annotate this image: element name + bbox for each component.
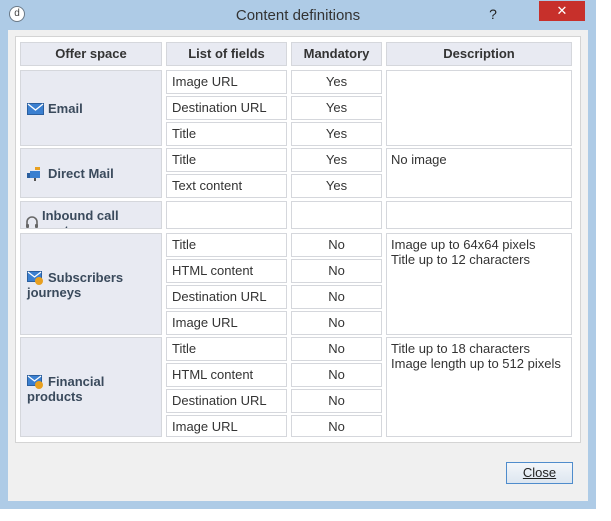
- field-cell[interactable]: Title: [166, 148, 287, 172]
- field-cell[interactable]: Image URL: [166, 311, 287, 335]
- offer-space-label-line2: journeys: [27, 285, 82, 300]
- title-bar[interactable]: d Content definitions ? ✕: [0, 0, 596, 30]
- description-line: Image length up to 512 pixels: [391, 356, 561, 371]
- window-title: Content definitions: [235, 7, 361, 24]
- header-mandatory: Mandatory: [291, 42, 382, 66]
- offer-space-financial-products[interactable]: Financial products: [20, 337, 162, 437]
- description-line: No image: [391, 152, 447, 167]
- offer-space-inbound-call-center[interactable]: Inbound call center: [20, 201, 162, 229]
- window-close-button[interactable]: ✕: [539, 1, 585, 21]
- mandatory-cell[interactable]: Yes: [291, 174, 382, 198]
- description-cell[interactable]: No image: [386, 148, 572, 198]
- email-icon: [27, 102, 44, 115]
- financial-products-icon: [27, 374, 43, 389]
- field-cell[interactable]: Image URL: [166, 70, 287, 94]
- dialog-content: Offer space List of fields Mandatory Des…: [8, 30, 588, 501]
- field-cell[interactable]: Text content: [166, 174, 287, 198]
- field-cell[interactable]: Image URL: [166, 415, 287, 437]
- description-cell[interactable]: Image up to 64x64 pixels Title up to 12 …: [386, 233, 572, 335]
- description-line: Title up to 18 characters: [391, 341, 530, 356]
- mandatory-cell[interactable]: No: [291, 337, 382, 361]
- field-cell[interactable]: HTML content: [166, 363, 287, 387]
- offer-space-direct-mail[interactable]: Direct Mail: [20, 148, 162, 198]
- help-button[interactable]: ?: [485, 5, 501, 23]
- dialog-window: d Content definitions ? ✕ Offer space Li…: [0, 0, 596, 509]
- offer-space-label: Financial: [48, 374, 105, 389]
- mandatory-cell[interactable]: [291, 201, 382, 229]
- close-button[interactable]: Close: [506, 462, 573, 484]
- offer-space-label: Subscribers: [48, 270, 124, 285]
- field-cell[interactable]: Title: [166, 337, 287, 361]
- mandatory-cell[interactable]: Yes: [291, 148, 382, 172]
- offer-space-label: Email: [48, 101, 83, 116]
- mandatory-cell[interactable]: Yes: [291, 70, 382, 94]
- headset-icon: [26, 216, 38, 228]
- header-offer-space: Offer space: [20, 42, 162, 66]
- offer-space-label: Direct Mail: [48, 166, 114, 181]
- field-cell[interactable]: Title: [166, 233, 287, 257]
- subscribers-journeys-icon: [27, 270, 43, 285]
- mandatory-cell[interactable]: No: [291, 363, 382, 387]
- header-list-of-fields: List of fields: [166, 42, 287, 66]
- mandatory-cell[interactable]: No: [291, 233, 382, 257]
- close-button-label: Close: [522, 465, 557, 480]
- mandatory-cell[interactable]: No: [291, 311, 382, 335]
- field-cell[interactable]: [166, 201, 287, 229]
- offer-space-email[interactable]: Email: [20, 70, 162, 146]
- direct-mail-icon: [27, 166, 40, 181]
- mandatory-cell[interactable]: No: [291, 415, 382, 437]
- description-line: Image up to 64x64 pixels: [391, 237, 536, 252]
- field-cell[interactable]: Title: [166, 122, 287, 146]
- offer-space-label: Inbound call center: [42, 208, 119, 228]
- field-cell[interactable]: HTML content: [166, 259, 287, 283]
- content-definitions-table: Offer space List of fields Mandatory Des…: [15, 36, 581, 443]
- mandatory-cell[interactable]: No: [291, 285, 382, 309]
- offer-space-subscribers-journeys[interactable]: Subscribers journeys: [20, 233, 162, 335]
- mandatory-cell[interactable]: Yes: [291, 122, 382, 146]
- mandatory-cell[interactable]: Yes: [291, 96, 382, 120]
- field-cell[interactable]: Destination URL: [166, 389, 287, 413]
- header-description: Description: [386, 42, 572, 66]
- description-cell[interactable]: [386, 201, 572, 229]
- mandatory-cell[interactable]: No: [291, 389, 382, 413]
- description-cell[interactable]: Title up to 18 characters Image length u…: [386, 337, 572, 437]
- description-cell[interactable]: [386, 70, 572, 146]
- description-line: Title up to 12 characters: [391, 252, 530, 267]
- field-cell[interactable]: Destination URL: [166, 285, 287, 309]
- offer-space-label-line2: products: [27, 389, 83, 404]
- field-cell[interactable]: Destination URL: [166, 96, 287, 120]
- mandatory-cell[interactable]: No: [291, 259, 382, 283]
